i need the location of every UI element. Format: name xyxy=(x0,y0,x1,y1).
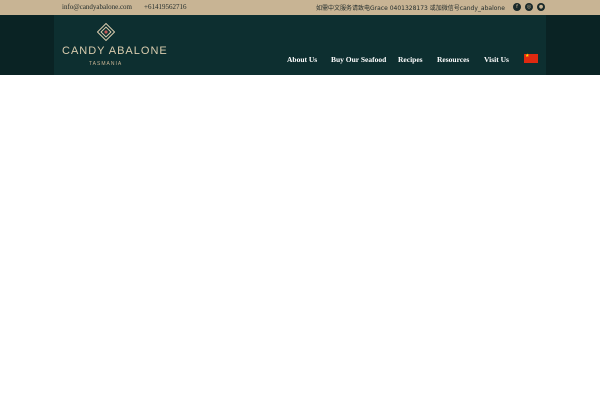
navbar-edge-right xyxy=(546,15,600,75)
nav-item-resources[interactable]: Resources xyxy=(437,55,469,64)
facebook-icon[interactable]: f xyxy=(513,3,521,11)
site-logo[interactable]: CANDY ABALONE TASMANIA xyxy=(62,23,168,69)
wechat-icon[interactable]: ● xyxy=(537,3,545,11)
phone-link[interactable]: +61419562716 xyxy=(144,3,186,11)
navbar-edge-left xyxy=(0,15,54,75)
logo-diamond-icon xyxy=(97,23,115,41)
social-links: f ◎ ● xyxy=(513,3,545,11)
logo-sub-text: TASMANIA xyxy=(89,61,123,67)
nav-item-recipes[interactable]: Recipes xyxy=(398,55,423,64)
topbar: info@candyabalone.com +61419562716 如需中文服… xyxy=(0,0,600,15)
nav-item-about-us[interactable]: About Us xyxy=(287,55,317,64)
nav-item-visit-us[interactable]: Visit Us xyxy=(484,55,509,64)
china-flag-icon[interactable]: ★ xyxy=(524,53,538,63)
nav-item-buy-our-seafood[interactable]: Buy Our Seafood xyxy=(331,55,386,64)
instagram-icon[interactable]: ◎ xyxy=(525,3,533,11)
flag-star-icon: ★ xyxy=(525,53,530,59)
email-link[interactable]: info@candyabalone.com xyxy=(62,3,132,11)
main-navbar: CANDY ABALONE TASMANIA About Us Buy Our … xyxy=(0,15,600,75)
chinese-service-notice: 如需中文服务请致电Grace 0401328173 或加微信号candy_aba… xyxy=(316,5,505,12)
logo-brand-text: CANDY ABALONE xyxy=(62,45,168,57)
